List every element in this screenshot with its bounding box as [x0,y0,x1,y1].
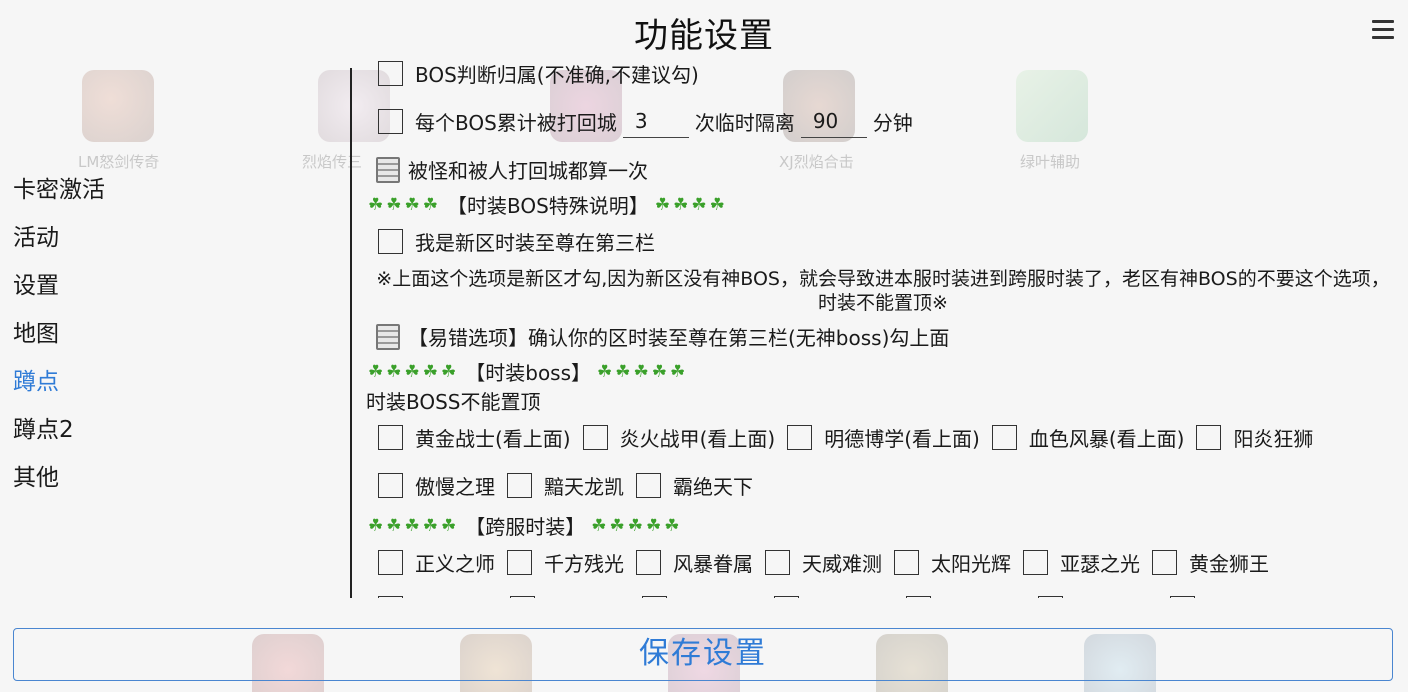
clover-icon: ☘ [368,361,384,382]
page-title: 功能设置 [634,16,774,56]
save-settings-button[interactable]: 保存设置 [13,628,1393,681]
cross-server-checkbox[interactable] [765,550,790,575]
cross-server-label: 风暴眷属 [673,552,753,576]
fashion-boss-label: 霸绝天下 [673,475,753,499]
section-fashion-boss: 【时装boss】 [465,361,592,385]
sidebar-item-camp-2[interactable]: 蹲点2 [0,406,340,454]
clover-icon: ☘ [404,361,420,382]
fashion-boss-checkbox[interactable] [378,473,403,498]
clover-icon: ☘ [368,515,384,536]
return-city-suffix: 分钟 [872,110,913,135]
cross-server-label: 太阳光辉 [931,552,1011,576]
fashion-boss-checkbox[interactable] [787,425,813,450]
fashion-boss-label: 炎火战甲(看上面) [619,427,776,451]
sidebar-item-activity[interactable]: 活动 [0,214,340,262]
cross-server-checkbox[interactable] [1152,550,1177,575]
scroll-icon [376,323,400,350]
fashion-boss-checkbox[interactable] [636,473,661,498]
sidebar-item-settings[interactable]: 设置 [0,262,340,310]
return-note: 被怪和被人打回城都算一次 [408,159,648,183]
scroll-icon [376,156,400,183]
cross-server-checkbox[interactable] [1170,596,1195,598]
fashion-boss-label: 黯天龙凯 [544,475,624,499]
clover-icon: ☘ [709,194,725,215]
new-zone-checkbox[interactable] [378,229,403,254]
cross-server-checkbox[interactable] [507,550,532,575]
clover-icon: ☘ [646,515,662,536]
clover-icon: ☘ [422,515,438,536]
boss-ownership-label: BOS判断归属(不准确,不建议勾) [415,63,699,87]
fashion-boss-checkbox[interactable] [582,425,608,450]
return-city-checkbox[interactable] [378,108,403,134]
cross-server-label: 黄金狮王 [1189,552,1269,576]
clover-icon: ☘ [615,361,631,382]
clover-icon: ☘ [691,194,707,215]
section-cross-server: 【跨服时装】 [465,515,586,539]
clover-icon: ☘ [386,194,402,215]
cross-server-label: 天威难测 [802,552,882,576]
fashion-boss-label: 傲慢之理 [415,475,495,499]
cross-server-label: 正义之师 [415,552,495,576]
clover-icon: ☘ [651,361,668,382]
clover-icon: ☘ [386,515,402,536]
cross-server-checkbox[interactable] [378,550,403,575]
clover-icon: ☘ [404,515,420,536]
fashion-boss-label: 血色风暴(看上面) [1028,427,1185,451]
cross-server-checkbox[interactable] [510,596,535,598]
hamburger-menu-icon[interactable] [1372,20,1394,40]
fashion-boss-label: 黄金战士(看上面) [415,427,571,451]
section-fashion-boss-note: 【时装BOS特殊说明】 [447,194,649,218]
clover-icon: ☘ [422,361,438,382]
clover-icon: ☘ [368,194,384,215]
clover-icon: ☘ [591,515,607,536]
return-city-middle: 次临时隔离 [694,110,795,135]
cannot-pin-note: 时装BOSS不能置顶 [366,390,541,414]
cross-server-label: 千方残光 [544,552,624,576]
clover-icon: ☘ [422,194,438,215]
cross-server-checkbox[interactable] [894,550,919,575]
clover-icon: ☘ [597,361,613,382]
fashion-boss-checkbox[interactable] [378,425,403,450]
cross-server-checkbox[interactable] [774,596,799,598]
sidebar: 卡密激活 活动 设置 地图 蹲点 蹲点2 其他 [0,166,340,502]
fashion-boss-label: 阳炎狂狮 [1233,427,1314,451]
cross-server-checkbox[interactable] [906,596,931,598]
clover-icon: ☘ [386,361,402,382]
clover-icon: ☘ [670,361,686,382]
fashion-boss-checkbox[interactable] [991,425,1017,450]
cross-server-checkbox[interactable] [378,596,403,598]
cross-server-label: 亚瑟之光 [1060,552,1140,576]
return-times-input[interactable] [622,104,689,138]
cross-server-checkbox[interactable] [642,596,667,598]
sidebar-item-card-activation[interactable]: 卡密激活 [0,166,340,214]
cross-server-checkbox[interactable] [1038,596,1063,598]
return-city-prefix: 每个BOS累计被打回城 [415,110,617,135]
warning-note: ※上面这个选项是新区才勾,因为新区没有神BOS，就会导致进本服时装进到跨服时装了… [376,268,1390,314]
clover-icon: ☘ [609,515,625,536]
clover-icon: ☘ [654,194,671,215]
error-option-note: 【易错选项】确认你的区时装至尊在第三栏(无神boss)勾上面 [408,326,950,350]
isolation-minutes-input[interactable] [800,104,867,138]
background-app-icon [82,70,154,142]
settings-panel[interactable]: BOS判断归属(不准确,不建议勾) 每个BOS累计被打回城 次临时隔离 分钟 被… [352,60,1408,598]
fashion-boss-label: 明德博学(看上面) [824,427,980,451]
boss-ownership-checkbox[interactable] [378,61,403,86]
clover-icon: ☘ [664,515,680,536]
clover-icon: ☘ [633,361,649,382]
cross-server-checkbox[interactable] [636,550,661,575]
fashion-boss-checkbox[interactable] [507,473,532,498]
clover-icon: ☘ [441,361,457,382]
cross-server-checkbox[interactable] [1023,550,1048,575]
new-zone-label: 我是新区时装至尊在第三栏 [415,231,655,255]
clover-icon: ☘ [441,515,457,536]
clover-icon: ☘ [627,515,643,536]
sidebar-item-other[interactable]: 其他 [0,454,340,502]
clover-icon: ☘ [673,194,689,215]
clover-icon: ☘ [404,194,420,215]
fashion-boss-checkbox[interactable] [1196,425,1222,450]
sidebar-item-camp[interactable]: 蹲点 [0,358,340,406]
sidebar-item-map[interactable]: 地图 [0,310,340,358]
